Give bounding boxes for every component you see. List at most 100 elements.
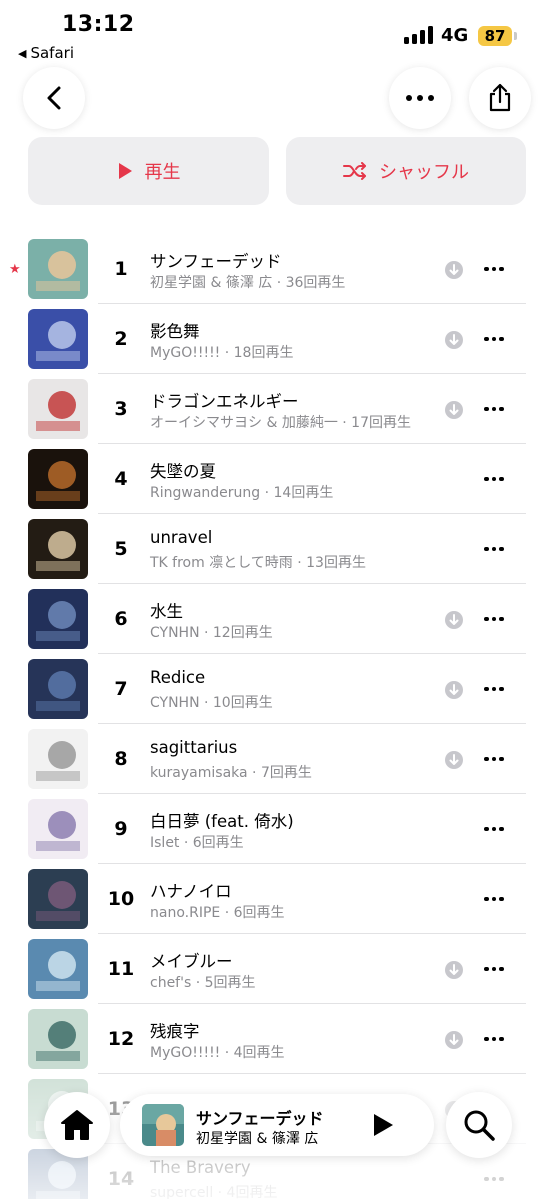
track-row[interactable]: 10 ハナノイロ nano.RIPE · 6回再生 xyxy=(0,864,554,934)
track-row[interactable]: 11 メイブルー chef's · 5回再生 xyxy=(0,934,554,1004)
track-title: Redice xyxy=(150,668,206,687)
download-icon xyxy=(445,1031,463,1049)
status-bar: 13:12 ◀ Safari 4G 87 xyxy=(0,0,554,66)
track-artwork xyxy=(28,729,88,789)
battery-icon: 87 xyxy=(478,26,512,46)
track-artwork xyxy=(28,379,88,439)
track-more-icon[interactable] xyxy=(479,610,509,628)
track-more-icon[interactable] xyxy=(479,680,509,698)
back-chevron-icon xyxy=(47,86,61,110)
shuffle-label: シャッフル xyxy=(379,162,469,183)
track-row[interactable]: 3 ドラゴンエネルギー オーイシマサヨシ & 加藤純一 · 17回再生 xyxy=(0,374,554,444)
back-app-label: Safari xyxy=(30,44,74,62)
network-type: 4G xyxy=(441,25,469,46)
track-rank: 4 xyxy=(114,468,128,490)
home-icon xyxy=(61,1110,93,1140)
mini-player-artwork xyxy=(142,1104,184,1146)
track-more-icon[interactable] xyxy=(479,960,509,978)
track-more-icon[interactable] xyxy=(479,890,509,908)
shuffle-icon xyxy=(343,162,366,180)
track-row[interactable]: 9 白日夢 (feat. 倚水) Islet · 6回再生 xyxy=(0,794,554,864)
back-button[interactable] xyxy=(23,67,85,129)
search-button[interactable] xyxy=(446,1092,512,1158)
track-rank: 2 xyxy=(114,328,128,350)
track-title: sagittarius xyxy=(150,738,238,757)
track-title: 白日夢 (feat. 倚水) xyxy=(150,812,294,831)
download-icon xyxy=(445,961,463,979)
track-more-icon[interactable] xyxy=(479,400,509,418)
mini-player-play-button[interactable] xyxy=(372,1113,394,1141)
track-title: ドラゴンエネルギー xyxy=(150,392,299,411)
download-icon xyxy=(445,681,463,699)
track-more-icon[interactable] xyxy=(479,260,509,278)
track-more-icon[interactable] xyxy=(479,330,509,348)
track-subtitle: TK from 凛として時雨 · 13回再生 xyxy=(150,555,366,571)
home-button[interactable] xyxy=(44,1092,110,1158)
track-row[interactable]: 1 サンフェーデッド 初星学園 & 篠澤 広 · 36回再生 ★ xyxy=(0,234,554,304)
track-row[interactable]: 4 失墜の夏 Ringwanderung · 14回再生 xyxy=(0,444,554,514)
track-artwork xyxy=(28,589,88,649)
track-more-icon[interactable] xyxy=(479,820,509,838)
track-artwork xyxy=(28,659,88,719)
share-icon xyxy=(489,83,511,112)
track-rank: 7 xyxy=(114,678,128,700)
mini-player-artist: 初星学園 & 篠澤 広 xyxy=(196,1131,319,1147)
track-subtitle: MyGO!!!!! · 18回再生 xyxy=(150,345,294,361)
mini-player[interactable]: サンフェーデッド 初星学園 & 篠澤 広 xyxy=(120,1094,434,1156)
play-label: 再生 xyxy=(144,162,181,183)
play-button[interactable]: 再生 xyxy=(28,137,269,205)
track-more-icon[interactable] xyxy=(479,540,509,558)
track-rank: 8 xyxy=(114,748,128,770)
track-artwork xyxy=(28,939,88,999)
track-subtitle: nano.RIPE · 6回再生 xyxy=(150,905,285,921)
track-artwork xyxy=(28,309,88,369)
star-icon: ★ xyxy=(9,262,21,277)
track-list: 1 サンフェーデッド 初星学園 & 篠澤 広 · 36回再生 ★ 2 影色舞 M… xyxy=(0,234,554,1199)
track-more-icon[interactable] xyxy=(479,1030,509,1048)
track-artwork xyxy=(28,869,88,929)
track-artwork xyxy=(28,799,88,859)
track-subtitle: MyGO!!!!! · 4回再生 xyxy=(150,1045,285,1061)
battery-cap xyxy=(514,32,517,40)
track-subtitle: CYNHN · 12回再生 xyxy=(150,625,273,641)
share-button[interactable] xyxy=(469,67,531,129)
track-subtitle: 初星学園 & 篠澤 広 · 36回再生 xyxy=(150,275,346,291)
track-subtitle: Islet · 6回再生 xyxy=(150,835,244,851)
track-row[interactable]: 12 残痕字 MyGO!!!!! · 4回再生 xyxy=(0,1004,554,1074)
track-title: サンフェーデッド xyxy=(150,252,282,271)
track-rank: 10 xyxy=(107,888,135,910)
track-row[interactable]: 8 sagittarius kurayamisaka · 7回再生 xyxy=(0,724,554,794)
track-subtitle: kurayamisaka · 7回再生 xyxy=(150,765,312,781)
track-rank: 12 xyxy=(107,1028,135,1050)
battery-level: 87 xyxy=(484,27,506,45)
track-subtitle: chef's · 5回再生 xyxy=(150,975,256,991)
track-row[interactable]: 5 unravel TK from 凛として時雨 · 13回再生 xyxy=(0,514,554,584)
track-title: 残痕字 xyxy=(150,1022,200,1041)
track-row[interactable]: 7 Redice CYNHN · 10回再生 xyxy=(0,654,554,724)
download-icon xyxy=(445,611,463,629)
track-subtitle: Ringwanderung · 14回再生 xyxy=(150,485,334,501)
track-rank: 3 xyxy=(114,398,128,420)
track-artwork xyxy=(28,239,88,299)
track-row[interactable]: 6 水生 CYNHN · 12回再生 xyxy=(0,584,554,654)
signal-icon xyxy=(404,26,433,44)
track-rank: 9 xyxy=(114,818,128,840)
back-to-app[interactable]: ◀ Safari xyxy=(18,44,74,62)
track-rank: 6 xyxy=(114,608,128,630)
shuffle-button[interactable]: シャッフル xyxy=(286,137,526,205)
track-row[interactable]: 2 影色舞 MyGO!!!!! · 18回再生 xyxy=(0,304,554,374)
track-subtitle: オーイシマサヨシ & 加藤純一 · 17回再生 xyxy=(150,415,411,431)
track-rank: 1 xyxy=(114,258,128,280)
track-title: 影色舞 xyxy=(150,322,200,341)
track-title: 水生 xyxy=(150,602,183,621)
track-subtitle: CYNHN · 10回再生 xyxy=(150,695,273,711)
track-artwork xyxy=(28,519,88,579)
more-options-button[interactable] xyxy=(389,67,451,129)
track-more-icon[interactable] xyxy=(479,750,509,768)
track-artwork xyxy=(28,1009,88,1069)
download-icon xyxy=(445,261,463,279)
track-title: 失墜の夏 xyxy=(150,462,216,481)
track-more-icon[interactable] xyxy=(479,470,509,488)
play-icon xyxy=(118,163,132,179)
play-icon xyxy=(374,1114,393,1136)
